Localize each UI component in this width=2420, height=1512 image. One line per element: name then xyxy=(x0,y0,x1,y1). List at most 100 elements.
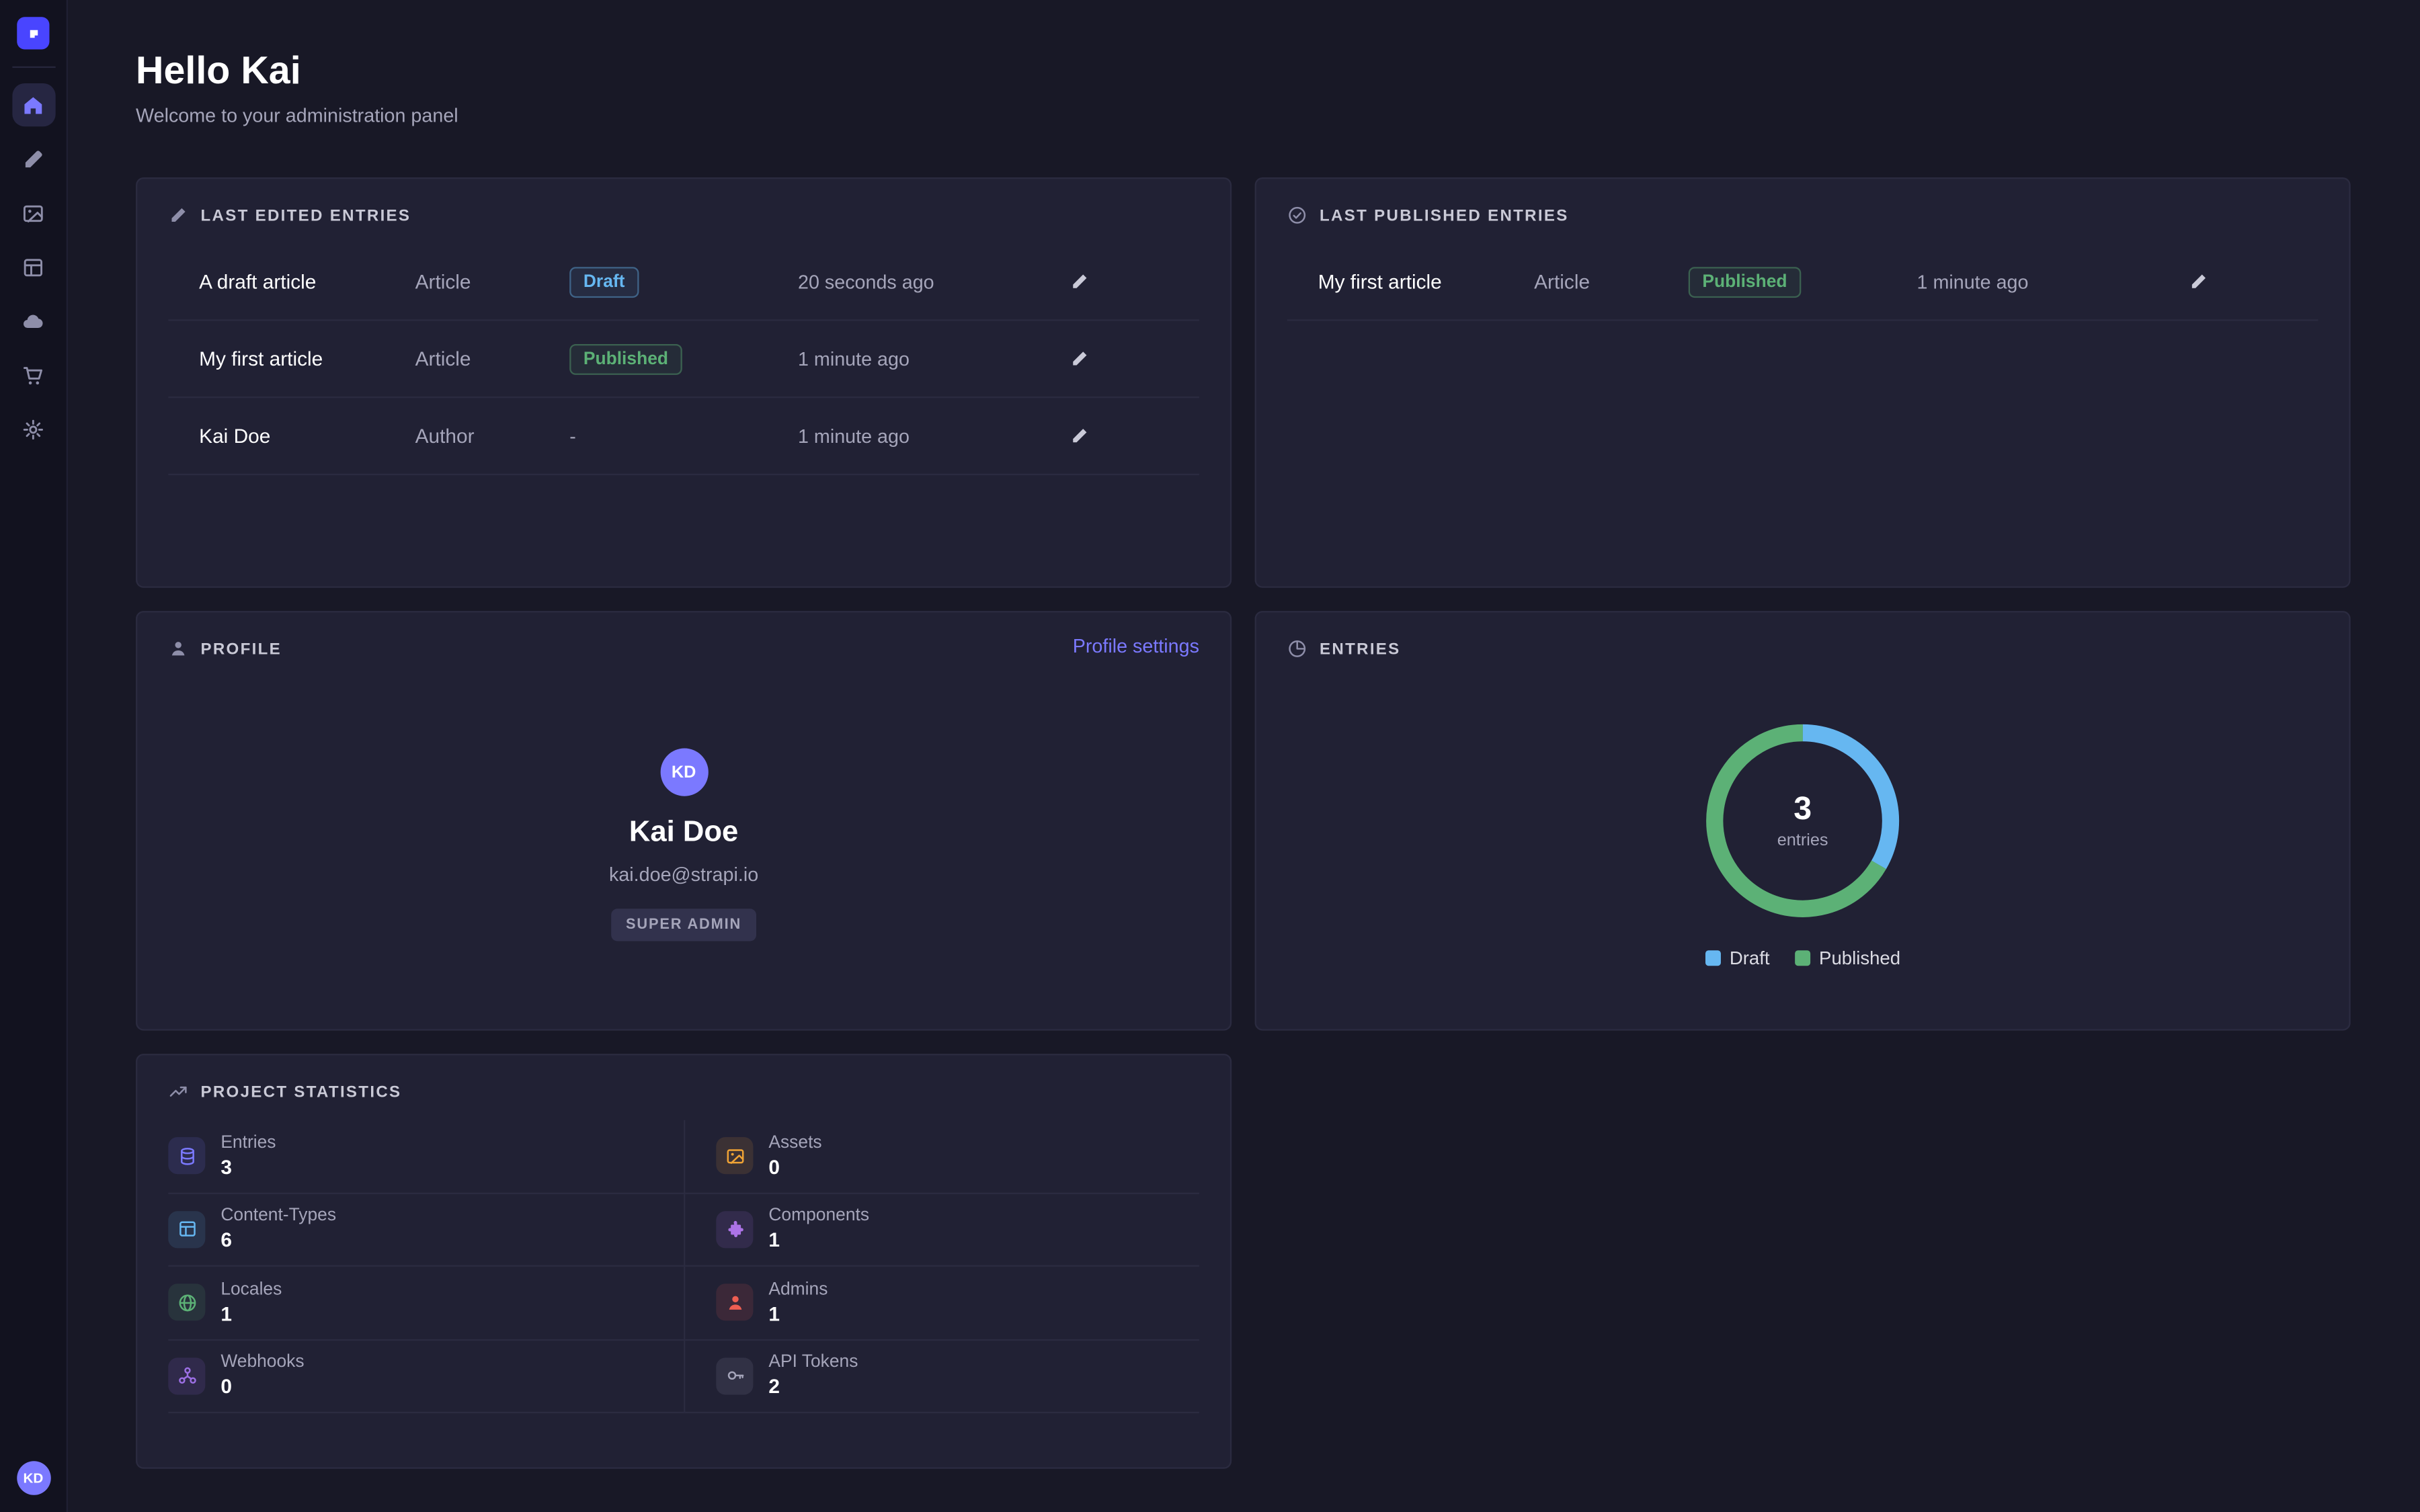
widget-header: PROFILE xyxy=(137,612,1230,659)
stat-item-content-types: Content-Types 6 xyxy=(168,1193,684,1267)
entry-time: 1 minute ago xyxy=(798,348,1057,370)
entry-status: - xyxy=(569,425,798,447)
stat-item-components: Components1 xyxy=(684,1193,1199,1267)
table-row: My first articleArticlePublished 1 minute… xyxy=(168,321,1199,398)
legend-label: Published xyxy=(1819,948,1900,969)
stat-text: Admins1 xyxy=(768,1280,828,1325)
legend-item-published: Published xyxy=(1794,948,1900,969)
widget-entries: ENTRIES 3 entries Draft Published xyxy=(1255,611,2351,1030)
cart-icon xyxy=(22,364,44,386)
legend-label: Draft xyxy=(1730,948,1770,969)
edit-entry-button[interactable] xyxy=(1057,414,1100,457)
entry-status: Draft xyxy=(569,266,798,297)
widget-last-edited-entries: LAST EDITED ENTRIES A draft articleArtic… xyxy=(136,177,1232,588)
edit-entry-button[interactable] xyxy=(1057,337,1100,380)
legend-item-draft: Draft xyxy=(1705,948,1769,969)
check-circle-icon xyxy=(1287,205,1307,225)
strapi-logo-icon[interactable] xyxy=(17,17,49,49)
entry-type: Article xyxy=(415,347,570,370)
donut-legend: Draft Published xyxy=(1705,948,1900,969)
stat-text: Locales1 xyxy=(220,1280,282,1325)
last-published-table: My first articleArticlePublished1 minute… xyxy=(1287,244,2318,321)
entry-time: 1 minute ago xyxy=(798,425,1057,447)
status-badge: Published xyxy=(1689,266,1801,297)
widget-last-published-entries: LAST PUBLISHED ENTRIES My first articleA… xyxy=(1255,177,2351,588)
widget-profile: PROFILE Profile settings KD Kai Doe kai.… xyxy=(136,611,1232,1030)
person-icon xyxy=(168,639,188,659)
profile-settings-link[interactable]: Profile settings xyxy=(1073,636,1199,657)
entries-body: 3 entries Draft Published xyxy=(1256,659,2349,968)
status-badge: Published xyxy=(569,343,682,374)
layout-icon xyxy=(168,1211,205,1248)
trend-icon xyxy=(168,1081,188,1101)
images-icon xyxy=(22,202,44,224)
entry-type: Article xyxy=(1534,270,1689,293)
stat-value: 6 xyxy=(220,1228,336,1251)
entry-type: Author xyxy=(415,424,570,447)
table-row: Kai DoeAuthor-1 minute ago xyxy=(168,398,1199,475)
stat-label: Components xyxy=(768,1207,869,1226)
pie-icon xyxy=(1287,639,1307,659)
edit-entry-button[interactable] xyxy=(2176,260,2219,303)
stat-item-locales: Locales1 xyxy=(168,1267,684,1340)
entry-time: 20 seconds ago xyxy=(798,271,1057,292)
edit-entry-button[interactable] xyxy=(1057,260,1100,303)
status-badge: Draft xyxy=(569,266,639,297)
table-row: A draft articleArticleDraft 20 seconds ag… xyxy=(168,244,1199,321)
widget-header: LAST PUBLISHED ENTRIES xyxy=(1256,179,2349,225)
stat-label: Content-Types xyxy=(220,1207,336,1226)
pencil-icon xyxy=(1069,271,1089,292)
stat-label: Locales xyxy=(220,1280,282,1299)
stat-text: Components1 xyxy=(768,1207,869,1252)
sidebar-item-home[interactable] xyxy=(11,83,54,126)
donut-center: 3 entries xyxy=(1702,720,1902,921)
entry-title: A draft article xyxy=(199,270,415,293)
stat-value: 0 xyxy=(220,1375,304,1398)
globe-icon xyxy=(168,1284,205,1321)
widget-title: PROFILE xyxy=(200,640,282,659)
sidebar-item-marketplace[interactable] xyxy=(11,353,54,396)
entry-time: 1 minute ago xyxy=(1917,271,2177,292)
sidebar-nav xyxy=(11,83,54,450)
entry-title: Kai Doe xyxy=(199,424,415,447)
sidebar-item-content-type-builder[interactable] xyxy=(11,245,54,288)
pen-icon xyxy=(22,147,44,170)
sidebar-item-content-manager[interactable] xyxy=(11,137,54,180)
picture-icon xyxy=(716,1138,753,1175)
layout-icon xyxy=(22,255,44,278)
pencil-icon xyxy=(1069,349,1089,369)
stat-text: API Tokens2 xyxy=(768,1353,858,1398)
entry-type: Article xyxy=(415,270,570,293)
page-subtitle: Welcome to your administration panel xyxy=(136,105,2351,128)
profile-email: kai.doe@strapi.io xyxy=(609,864,758,886)
sidebar-user-avatar[interactable]: KD xyxy=(16,1461,50,1495)
page-title: Hello Kai xyxy=(136,48,2351,94)
entry-status: Published xyxy=(569,343,798,374)
sidebar: KD xyxy=(0,0,68,1512)
stat-label: Assets xyxy=(768,1134,821,1152)
pencil-icon xyxy=(168,205,188,225)
stat-value: 0 xyxy=(768,1155,821,1178)
profile-body: KD Kai Doe kai.doe@strapi.io SUPER ADMIN xyxy=(137,659,1230,941)
stat-text: Assets 0 xyxy=(768,1134,821,1179)
sidebar-item-media-library[interactable] xyxy=(11,192,54,235)
main-content: Hello Kai Welcome to your administration… xyxy=(68,0,2420,1512)
sidebar-item-settings[interactable] xyxy=(11,407,54,450)
key-icon xyxy=(716,1357,753,1394)
pencil-icon xyxy=(2187,271,2208,292)
sidebar-item-cloud[interactable] xyxy=(11,299,54,342)
stat-value: 1 xyxy=(768,1302,828,1325)
widget-header: ENTRIES xyxy=(1256,612,2349,659)
widget-header: LAST EDITED ENTRIES xyxy=(137,179,1230,225)
widget-title: LAST EDITED ENTRIES xyxy=(200,206,411,225)
widget-project-statistics: PROJECT STATISTICS Entries3Assets0Conten… xyxy=(136,1054,1232,1469)
home-icon xyxy=(22,93,44,116)
profile-avatar: KD xyxy=(660,749,708,796)
entry-title: My first article xyxy=(199,347,415,370)
widget-title: ENTRIES xyxy=(1320,640,1401,659)
sidebar-divider xyxy=(11,67,54,68)
widget-grid: LAST EDITED ENTRIES A draft articleArtic… xyxy=(136,177,2351,1469)
stat-text: Webhooks0 xyxy=(220,1353,304,1398)
stat-item-assets: Assets 0 xyxy=(684,1120,1199,1193)
cloud-icon xyxy=(22,309,44,332)
